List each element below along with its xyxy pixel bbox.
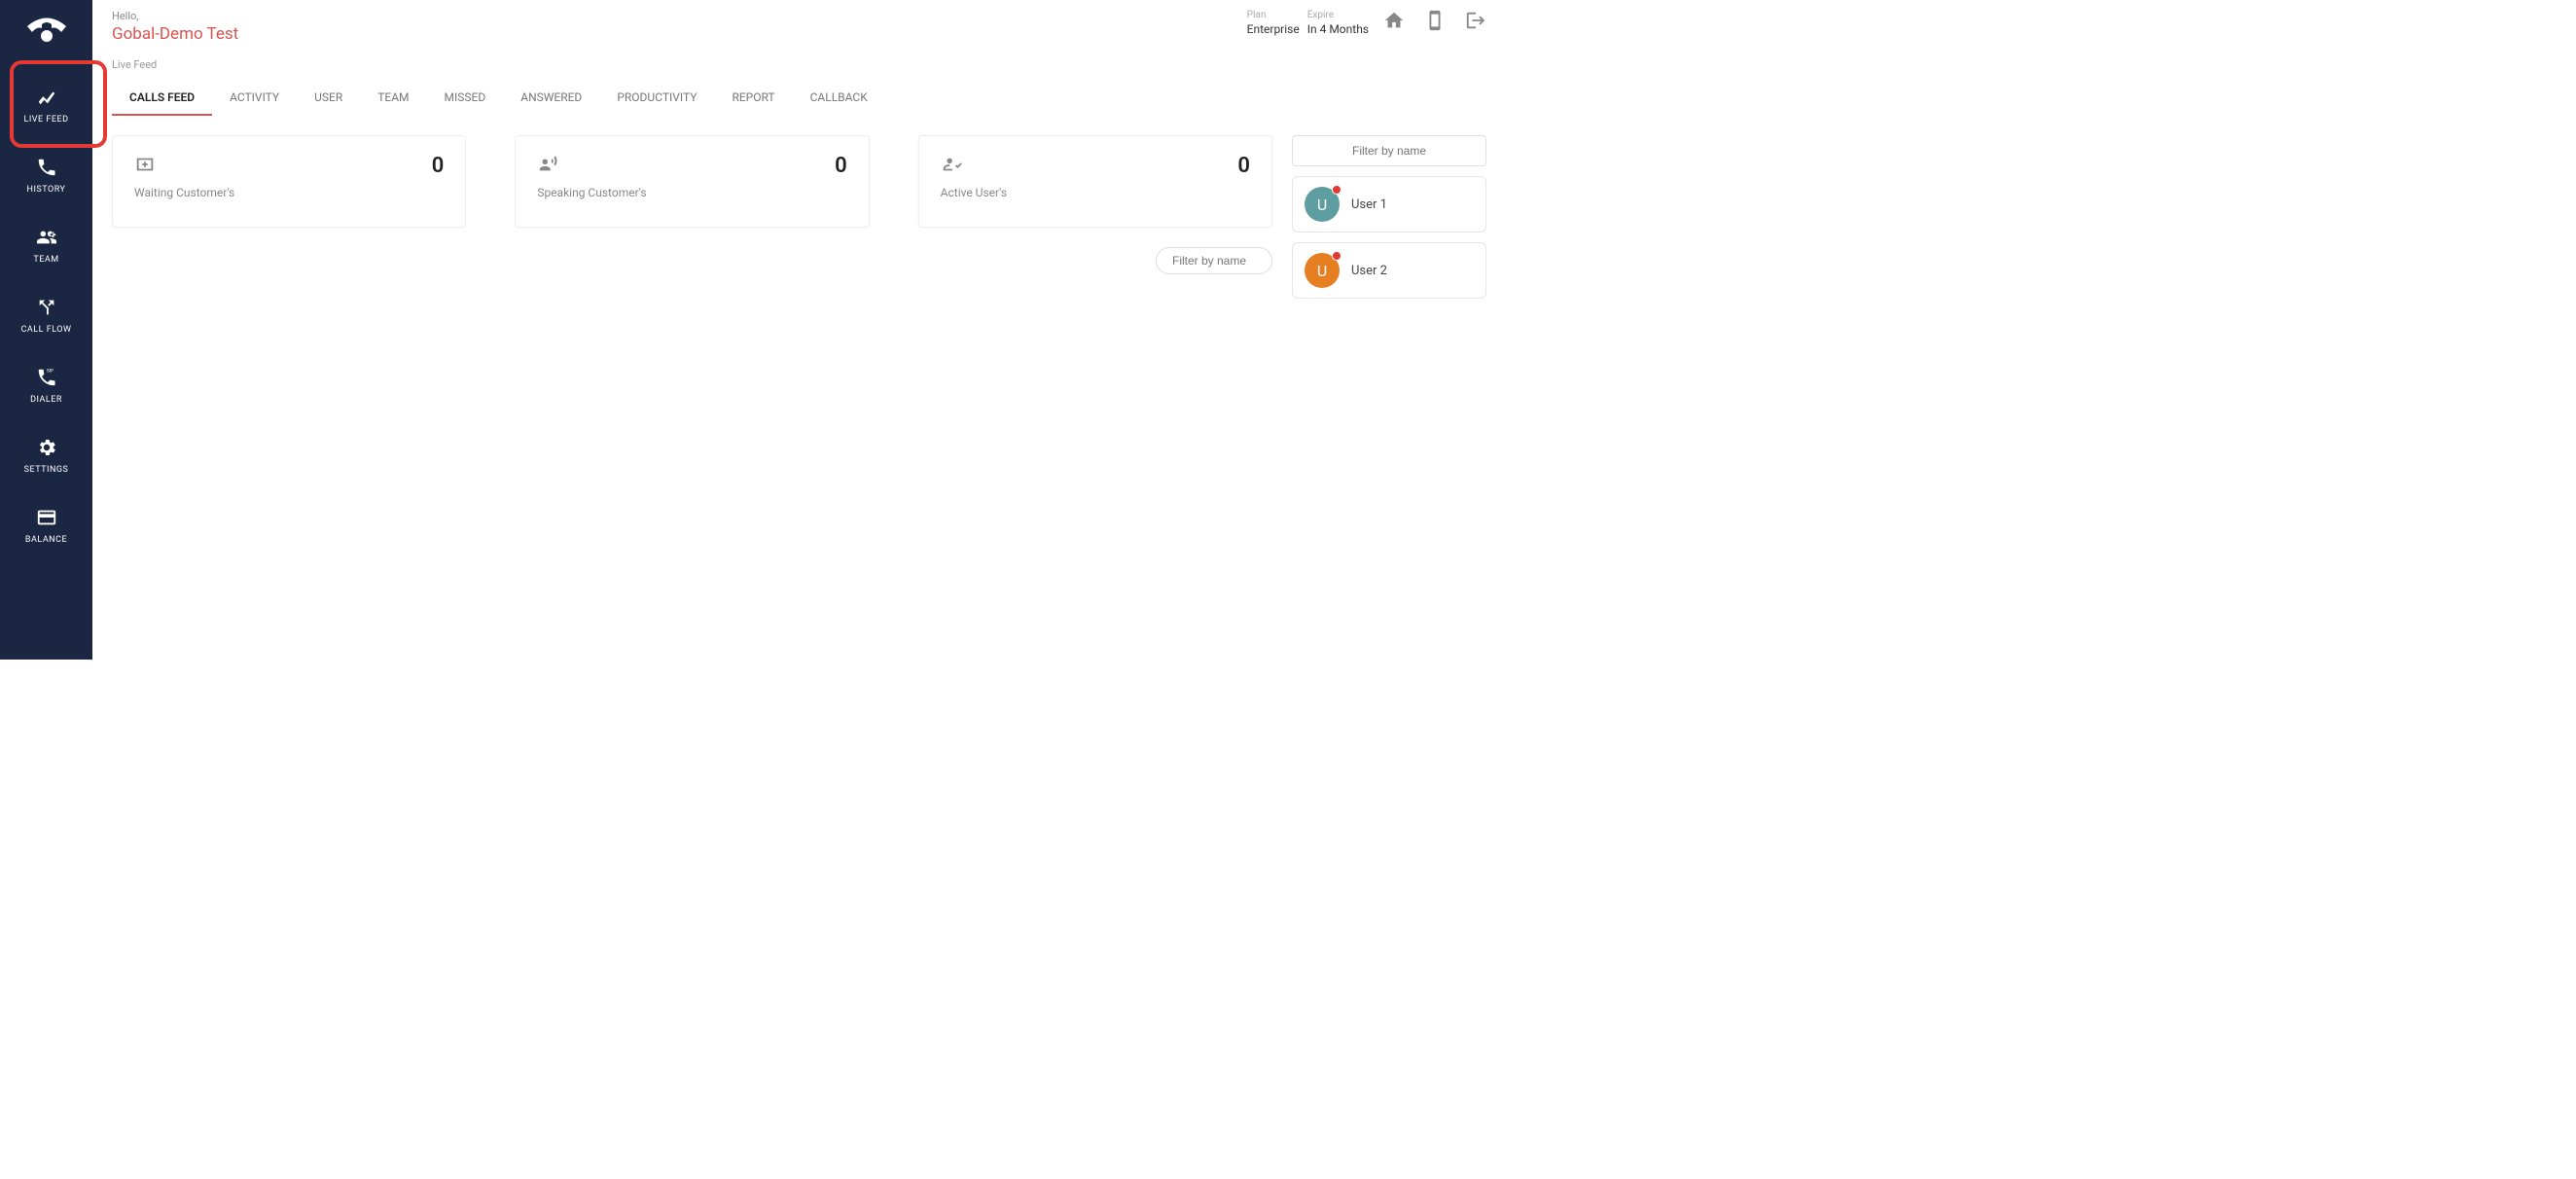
user-name: User 2	[1351, 264, 1387, 278]
card-label: Waiting Customer's	[134, 186, 444, 199]
sidebar-item-balance[interactable]: BALANCE	[0, 488, 92, 558]
sidebar-item-label: BALANCE	[25, 535, 67, 545]
breadcrumb: Live Feed	[92, 47, 1506, 71]
sidebar-item-label: SETTINGS	[24, 465, 69, 475]
phone-icon	[35, 156, 58, 179]
tab-team[interactable]: TEAM	[360, 81, 426, 116]
tab-calls-feed[interactable]: CALLS FEED	[112, 81, 212, 116]
plan-label: Plan	[1247, 10, 1300, 20]
phone-device-icon[interactable]	[1424, 10, 1446, 31]
sidebar-item-call-flow[interactable]: CALL FLOW	[0, 278, 92, 348]
team-icon	[35, 226, 58, 249]
card-value: 0	[1237, 154, 1250, 178]
user-filter-input[interactable]	[1292, 135, 1486, 166]
tab-activity[interactable]: ACTIVITY	[212, 81, 297, 116]
dialer-sip-icon: SIP	[35, 366, 58, 389]
avatar: U	[1305, 253, 1340, 288]
account-name: Gobal-Demo Test	[112, 24, 1247, 44]
tab-callback[interactable]: CALLBACK	[793, 81, 885, 116]
svg-text:SIP: SIP	[47, 369, 54, 375]
status-dot-icon	[1332, 251, 1342, 261]
sidebar-item-history[interactable]: HISTORY	[0, 138, 92, 208]
user-name: User 1	[1351, 197, 1387, 212]
user-card[interactable]: U User 1	[1292, 176, 1486, 232]
sidebar-item-live-feed[interactable]: LIVE FEED	[0, 68, 92, 138]
user-card[interactable]: U User 2	[1292, 242, 1486, 299]
app-logo[interactable]	[0, 5, 92, 54]
expire-value: In 4 Months	[1307, 22, 1369, 36]
tab-answered[interactable]: ANSWERED	[503, 81, 599, 116]
card-waiting-customers: 0 Waiting Customer's	[112, 135, 466, 228]
greeting-text: Hello,	[112, 10, 1247, 22]
sidebar-item-label: TEAM	[33, 255, 58, 265]
avatar-initial: U	[1317, 196, 1327, 214]
logout-icon[interactable]	[1465, 10, 1486, 31]
tab-user[interactable]: USER	[297, 81, 360, 116]
sidebar: LIVE FEED HISTORY TEAM CALL FLOW SIP DIA…	[0, 0, 92, 660]
status-dot-icon	[1332, 185, 1342, 195]
sidebar-item-label: CALL FLOW	[21, 325, 72, 335]
avatar-initial: U	[1317, 262, 1327, 280]
add-to-queue-icon	[134, 154, 156, 175]
user-list-panel: U User 1 U User 2	[1292, 135, 1486, 308]
card-value: 0	[835, 154, 847, 178]
sidebar-item-label: LIVE FEED	[24, 115, 69, 125]
credit-card-icon	[35, 506, 58, 529]
card-label: Active User's	[941, 186, 1250, 199]
card-speaking-customers: 0 Speaking Customer's	[515, 135, 869, 228]
tab-report[interactable]: REPORT	[714, 81, 792, 116]
sidebar-item-label: DIALER	[30, 395, 62, 405]
avatar: U	[1305, 187, 1340, 222]
filter-by-name-input[interactable]	[1156, 247, 1272, 274]
call-split-icon	[35, 296, 58, 319]
sidebar-item-label: HISTORY	[27, 185, 66, 195]
card-label: Speaking Customer's	[537, 186, 846, 199]
tab-productivity[interactable]: PRODUCTIVITY	[599, 81, 714, 116]
voice-over-icon	[537, 154, 558, 175]
tabs-bar: CALLS FEED ACTIVITY USER TEAM MISSED ANS…	[92, 71, 1506, 116]
chart-line-icon	[35, 86, 58, 109]
card-active-users: 0 Active User's	[918, 135, 1272, 228]
sidebar-item-settings[interactable]: SETTINGS	[0, 418, 92, 488]
verified-user-icon	[941, 154, 962, 175]
home-icon[interactable]	[1383, 10, 1405, 31]
top-header: Hello, Gobal-Demo Test Plan Enterprise E…	[92, 0, 1506, 47]
plan-value: Enterprise	[1247, 22, 1300, 36]
card-value: 0	[432, 154, 445, 178]
tab-missed[interactable]: MISSED	[427, 81, 504, 116]
gear-icon	[35, 436, 58, 459]
expire-label: Expire	[1307, 10, 1369, 20]
sidebar-item-team[interactable]: TEAM	[0, 208, 92, 278]
sidebar-item-dialer[interactable]: SIP DIALER	[0, 348, 92, 418]
